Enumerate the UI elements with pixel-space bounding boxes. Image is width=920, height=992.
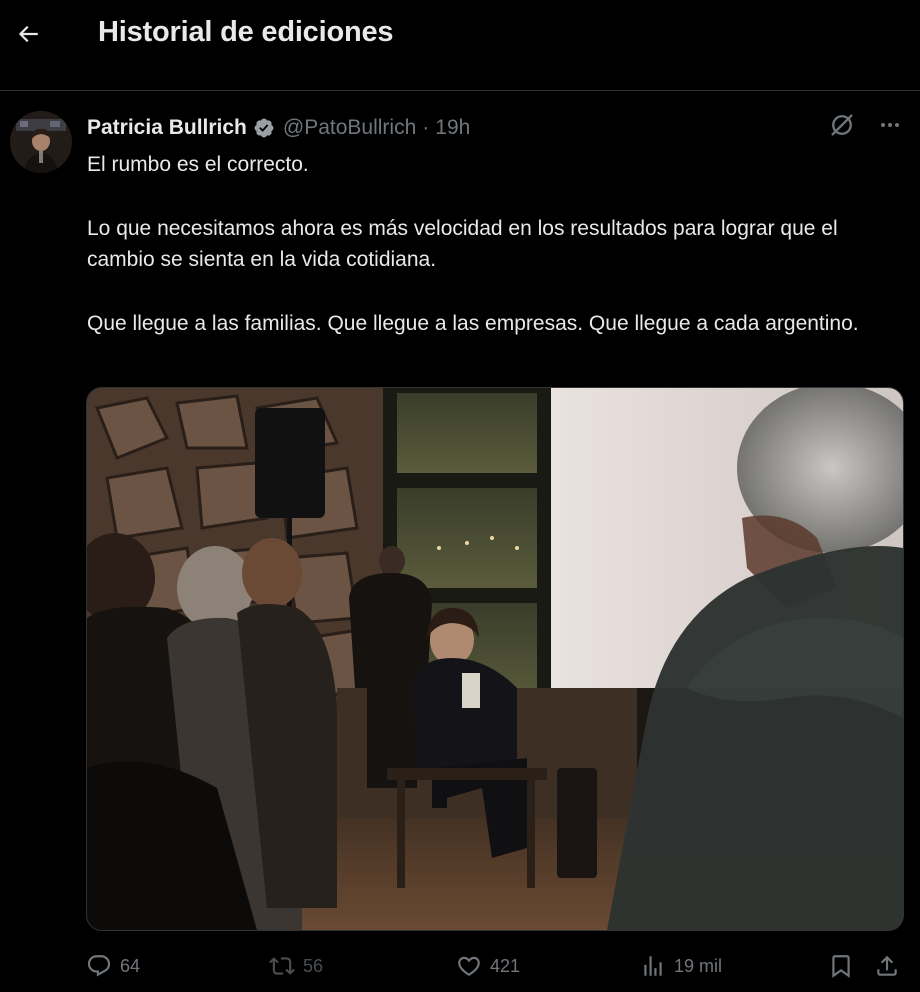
event-photo-image: [87, 388, 903, 930]
page-title: Historial de ediciones: [98, 16, 394, 48]
share-icon: [877, 955, 897, 976]
author-handle[interactable]: @PatoBullrich: [283, 116, 416, 140]
bookmark-button[interactable]: [828, 949, 862, 983]
grok-icon[interactable]: [828, 111, 856, 144]
tweet-paragraph: El rumbo es el correcto.: [87, 153, 309, 176]
tweet-paragraph: Lo que necesitamos ahora es más velocida…: [87, 217, 838, 271]
views-count: 19 mil: [674, 955, 723, 976]
tweet-photo[interactable]: [86, 387, 904, 931]
reply-count: 64: [120, 955, 141, 976]
author-row: Patricia Bullrich @PatoBullrich · 19h: [87, 113, 470, 143]
more-options-icon[interactable]: [878, 113, 902, 142]
back-button[interactable]: [8, 14, 48, 54]
views-button[interactable]: 19 mil: [640, 949, 722, 983]
bookmark-icon: [832, 955, 850, 978]
reply-icon: [87, 955, 111, 977]
tweet-text: El rumbo es el correcto. Lo que necesita…: [87, 149, 897, 372]
retweet-icon: [269, 957, 295, 975]
separator-dot: ·: [422, 116, 430, 139]
tweet-top-actions: [828, 111, 902, 144]
share-button[interactable]: [874, 949, 908, 983]
tweet: Patricia Bullrich @PatoBullrich · 19h El…: [0, 91, 920, 992]
like-button[interactable]: 421: [456, 949, 520, 983]
avatar[interactable]: [10, 111, 72, 173]
tweet-paragraph: Que llegue a las familias. Que llegue a …: [87, 312, 859, 335]
analytics-icon: [644, 956, 662, 976]
avatar-image: [10, 111, 72, 173]
reply-button[interactable]: 64: [86, 949, 140, 983]
retweet-button[interactable]: 56: [269, 949, 323, 983]
page-header: Historial de ediciones: [0, 0, 920, 91]
author-name[interactable]: Patricia Bullrich: [87, 116, 247, 140]
like-count: 421: [490, 955, 521, 976]
arrow-left-icon: [18, 25, 38, 43]
tweet-timestamp[interactable]: 19h: [435, 116, 470, 140]
verified-badge-icon: [253, 117, 275, 139]
retweet-count: 56: [303, 955, 324, 976]
tweet-actions: 64 56 421 19 mil: [86, 949, 902, 983]
heart-icon: [458, 956, 480, 976]
